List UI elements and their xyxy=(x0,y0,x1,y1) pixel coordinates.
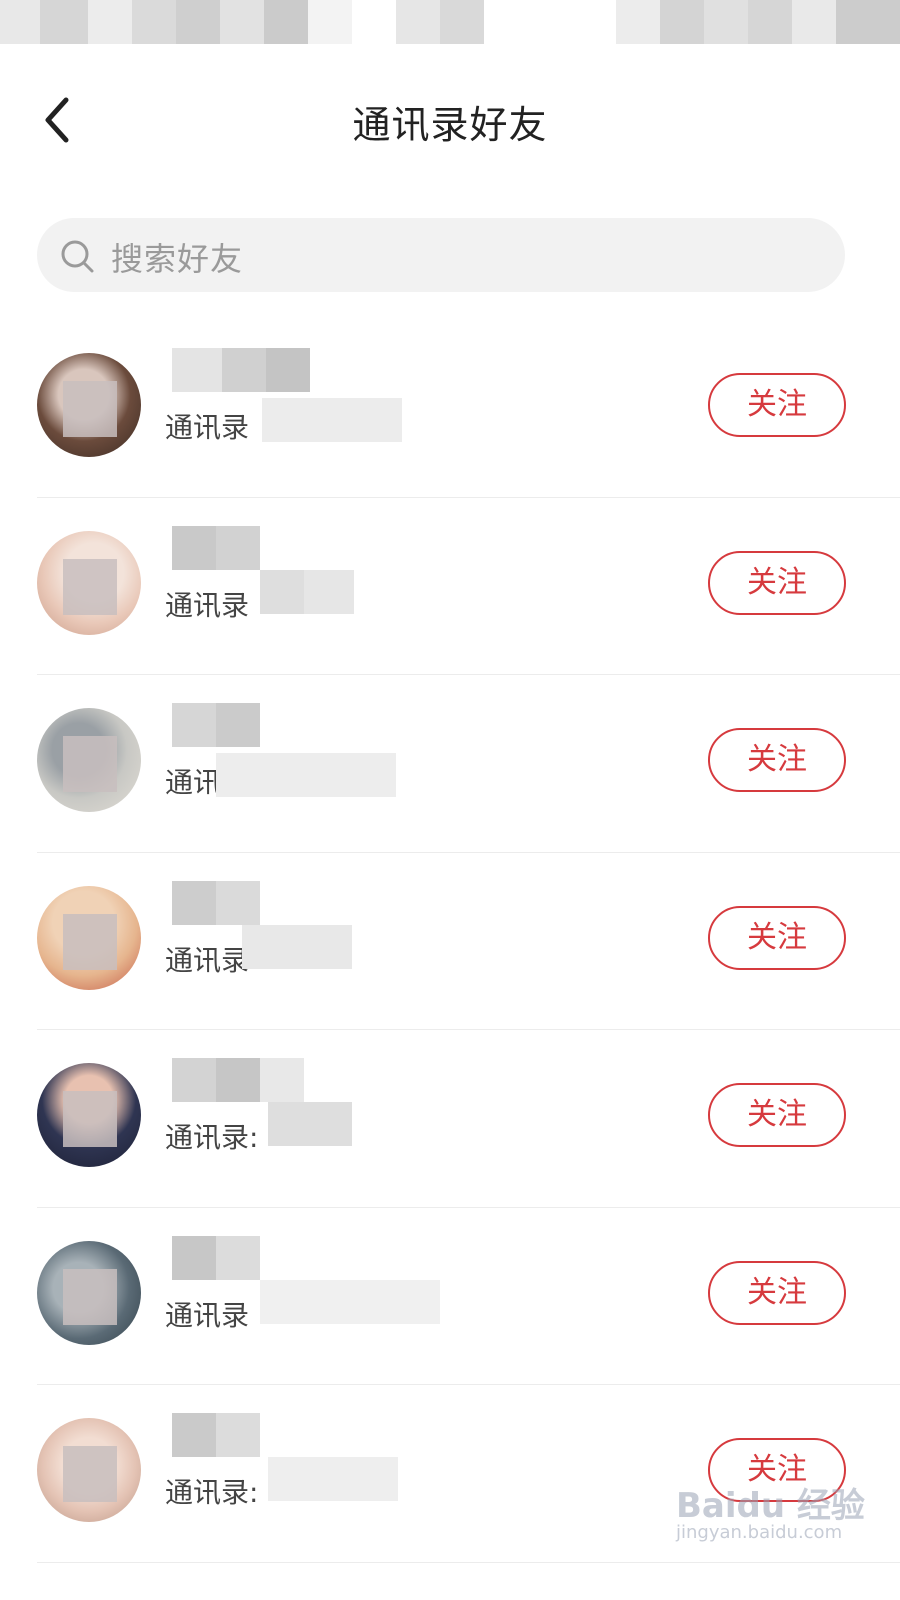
list-item[interactable]: 通讯录 关注 xyxy=(0,675,900,853)
search-icon xyxy=(61,240,94,273)
list-item[interactable]: 通讯录 关注 xyxy=(0,1208,900,1385)
blurred-region xyxy=(172,525,402,636)
blurred-region xyxy=(172,348,402,458)
avatar xyxy=(37,1063,141,1167)
nav-bar: 通讯录好友 xyxy=(0,60,900,180)
list-item[interactable]: 通讯录: 关注 xyxy=(0,1030,900,1208)
list-item[interactable]: 通讯录 关注 xyxy=(0,498,900,675)
follow-button[interactable]: 关注 xyxy=(708,373,846,437)
avatar xyxy=(37,530,141,635)
blurred-region xyxy=(172,880,402,991)
avatar xyxy=(37,1240,141,1345)
search-input[interactable]: 搜索好友 xyxy=(37,218,845,292)
search-placeholder: 搜索好友 xyxy=(111,240,244,278)
blurred-region xyxy=(172,1413,402,1523)
follow-button[interactable]: 关注 xyxy=(708,1083,846,1147)
avatar xyxy=(37,708,141,812)
status-bar xyxy=(0,0,900,44)
avatar xyxy=(37,353,141,457)
blurred-region xyxy=(172,1058,402,1168)
follow-button[interactable]: 关注 xyxy=(708,550,846,615)
follow-button[interactable]: 关注 xyxy=(708,728,846,792)
list-item[interactable]: 通讯录 关注 xyxy=(0,853,900,1030)
watermark: Baidu 经验 jingyan.baidu.com xyxy=(676,1478,876,1550)
watermark-brand: Baidu 经验 xyxy=(676,1486,865,1526)
follow-button[interactable]: 关注 xyxy=(708,1260,846,1325)
avatar xyxy=(37,885,141,990)
page-title: 通讯录好友 xyxy=(352,103,548,147)
follow-button[interactable]: 关注 xyxy=(708,905,846,970)
blurred-region xyxy=(172,703,402,813)
list-item[interactable]: 通讯录 关注 xyxy=(0,320,900,498)
contact-list: 通讯录 关注 通讯录 关注 通讯录 关注 通讯录 关注 通讯录: 关注 通讯录 … xyxy=(0,320,900,1563)
avatar xyxy=(37,1418,141,1522)
blurred-region xyxy=(172,1235,440,1346)
watermark-url: jingyan.baidu.com xyxy=(676,1522,843,1543)
divider xyxy=(37,1561,900,1563)
